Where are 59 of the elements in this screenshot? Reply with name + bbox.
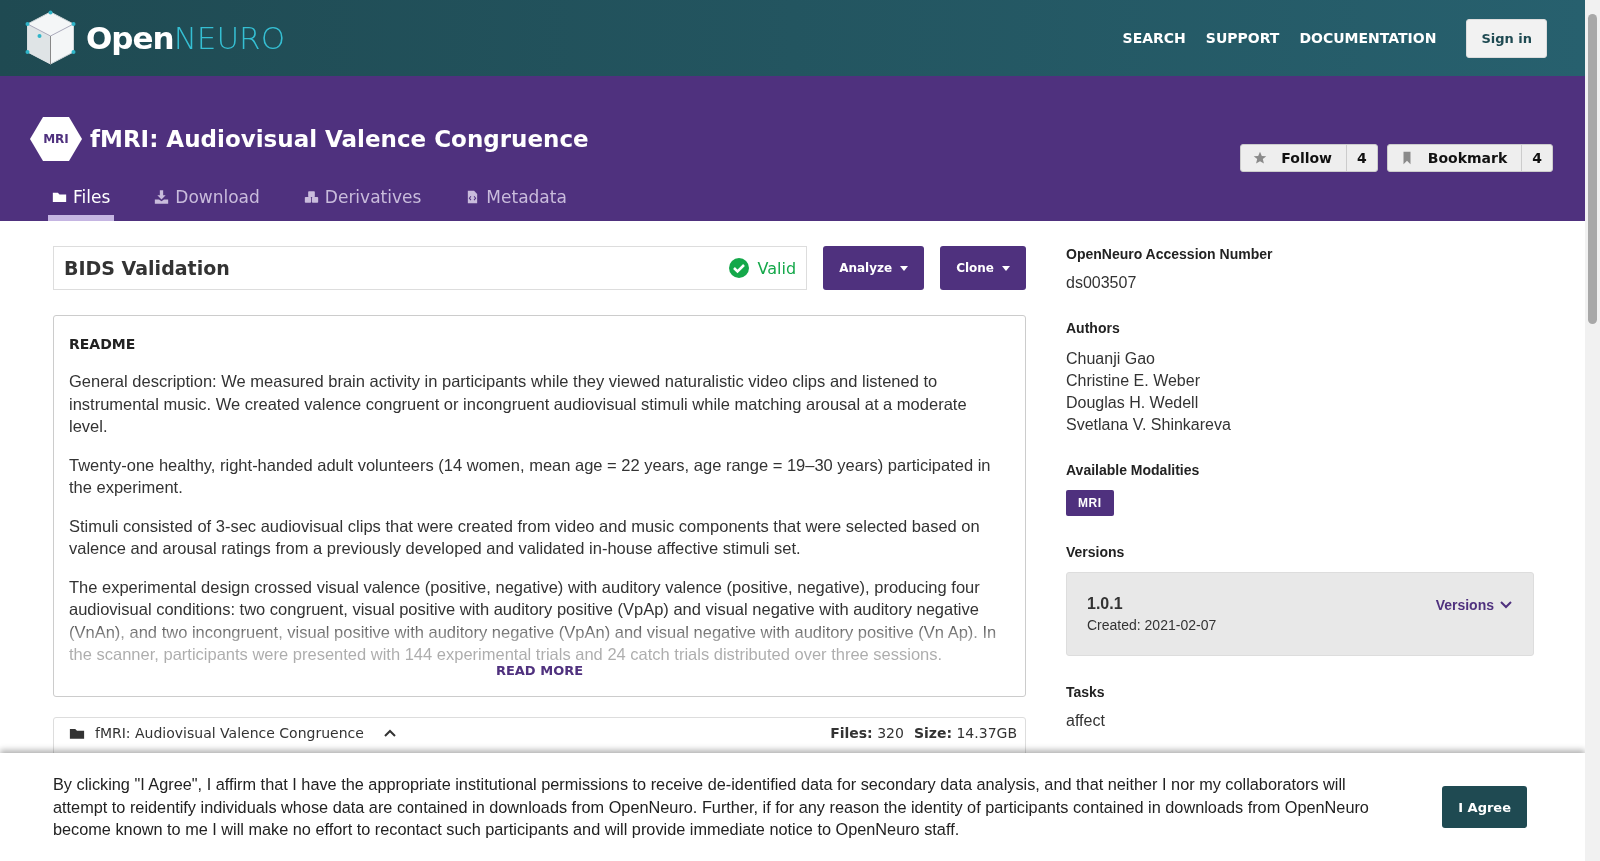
counter-label: Follow <box>1281 150 1333 166</box>
modality-tag[interactable]: MRI <box>1066 490 1114 516</box>
read-more-link[interactable]: READ MORE <box>495 663 584 678</box>
section-label: Versions <box>1066 544 1126 560</box>
tab[interactable]: Metadata <box>461 187 571 221</box>
readme-paragraph: Twenty-one healthy, right-handed adult volunteers (14 women, mean age = 22 years, age range = 19–30 years) participated in the experiment. <box>69 454 992 498</box>
check-circle-icon <box>728 258 749 278</box>
versions-dropdown[interactable]: Versions <box>1435 597 1512 613</box>
star-icon <box>1253 151 1268 165</box>
task-name: affect <box>1066 712 1106 730</box>
nav-link[interactable]: SEARCH <box>1122 30 1186 46</box>
counter-button[interactable]: Bookmark 4 <box>1386 144 1553 172</box>
openneuro-logo-text: OpenNEURO <box>86 20 286 56</box>
readme-heading: README <box>69 336 137 352</box>
caret-icon <box>1002 265 1010 271</box>
nav-link[interactable]: SUPPORT <box>1205 30 1280 46</box>
dataset-title: fMRI: Audiovisual Valence Congruence <box>90 126 589 152</box>
chevron-icon <box>1500 601 1512 609</box>
dropdown-button[interactable]: Analyze <box>823 246 925 290</box>
cubes-icon <box>303 190 319 204</box>
section-label: Tasks <box>1066 684 1106 700</box>
folder-icon <box>69 726 85 740</box>
readme-paragraph: The experimental design crossed visual valence (positive, negative) with auditory valence (positive, negative), producing four audiovisual conditions: two congruent, visual positive with auditory positive (VpAp) and visual negative with auditory negative (VnAn), and two incongruent, visual positive with auditory negative (VpAn) and visual negative with auditory positive (Vn Ap). In the scanner, participants were presented with 144 experimental trials and 24 catch trials distributed over three sessions. <box>69 576 998 665</box>
modality-hexagon-badge: MRI <box>30 117 82 161</box>
consent-text: By clicking "I Agree", I affirm that I have the appropriate institutional permissions to receive de-identified data for secondary data analysis, and that neither I nor my collaborators will attempt to reidentify individuals whose data are contained in downloads from OpenNeuro. Further, if for any reason the identity of participants contained in downloads from OpenNeuro become known to me I will make no effort to recontact such participants and will provide immediate notice to OpenNeuro staff. <box>53 774 1370 841</box>
caret-icon <box>900 265 909 271</box>
counter-label: Bookmark <box>1427 150 1508 166</box>
folder-icon <box>52 190 67 204</box>
chevron-icon[interactable] <box>383 729 396 737</box>
section-label: Authors <box>1066 320 1121 336</box>
accession-number: ds003507 <box>1066 274 1138 292</box>
download-icon <box>154 190 170 204</box>
tab[interactable]: Derivatives <box>299 187 426 221</box>
validation-status: Valid <box>757 258 797 278</box>
counter-count: 4 <box>1356 149 1368 168</box>
counter-count: 4 <box>1531 149 1543 168</box>
version-number: 1.0.1 <box>1087 595 1124 613</box>
files-count: Files: 320 <box>830 725 904 741</box>
author-name: Chuanji Gao <box>1066 349 1156 369</box>
dropdown-button[interactable]: Clone <box>940 246 1026 290</box>
version-date: Created: 2021-02-07 <box>1087 617 1217 633</box>
nav-link[interactable]: DOCUMENTATION <box>1299 30 1437 46</box>
validation-title: BIDS Validation <box>64 257 230 279</box>
folder-name: fMRI: Audiovisual Valence Congruence <box>95 725 364 741</box>
scrollbar[interactable] <box>1585 0 1600 861</box>
agree-button[interactable]: I Agree <box>1442 786 1527 828</box>
author-name: Svetlana V. Shinkareva <box>1066 415 1232 435</box>
author-name: Christine E. Weber <box>1066 371 1201 391</box>
total-size: Size: 14.37GB <box>913 725 1017 741</box>
readme-paragraph: General description: We measured brain activity in participants while they viewed naturalistic video clips and listened to instrumental music. We created valence congruent or incongruent audiovisual stimuli while matching arousal at a moderate level. <box>69 371 968 437</box>
sign-in-button[interactable]: Sign in <box>1466 18 1547 58</box>
section-label: Available Modalities <box>1066 462 1201 478</box>
cube-logo-icon <box>25 10 76 66</box>
readme-paragraph: Stimuli consisted of 3-sec audiovisual clips that were created from video and music components that were selected based on valence and arousal ratings from a previously developed and validated in-house affective stimuli set. <box>69 515 981 559</box>
tab[interactable]: Download <box>150 187 264 221</box>
tab[interactable]: Files <box>48 187 115 221</box>
counter-button[interactable]: Follow 4 <box>1240 144 1378 172</box>
section-label: OpenNeuro Accession Number <box>1066 246 1274 262</box>
author-name: Douglas H. Wedell <box>1066 393 1200 413</box>
